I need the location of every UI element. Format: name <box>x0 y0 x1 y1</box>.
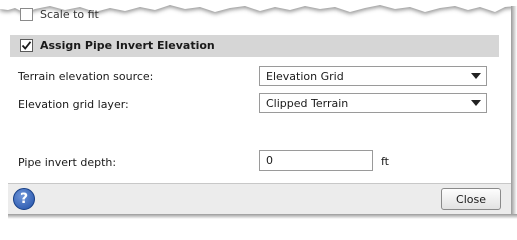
dialog-footer: ? Close <box>8 183 511 214</box>
assign-invert-checkbox[interactable] <box>20 39 33 52</box>
section-title: Assign Pipe Invert Elevation <box>40 39 215 52</box>
invert-depth-label: Pipe invert depth: <box>18 156 117 169</box>
terrain-source-dropdown[interactable]: Elevation Grid <box>259 66 487 86</box>
window-shadow-bottom <box>8 214 517 219</box>
invert-depth-unit: ft <box>381 155 389 168</box>
checkmark-icon <box>21 41 32 50</box>
section-header: Assign Pipe Invert Elevation <box>10 35 499 57</box>
chevron-down-icon <box>471 100 481 106</box>
window-shadow-right <box>511 6 517 219</box>
terrain-source-label: Terrain elevation source: <box>18 70 154 83</box>
chevron-down-icon <box>471 73 481 79</box>
dialog-window: Scale to fit Assign Pipe Invert Elevatio… <box>8 0 511 214</box>
scale-to-fit-label: Scale to fit <box>40 8 99 21</box>
close-button[interactable]: Close <box>441 188 501 210</box>
scale-to-fit-checkbox[interactable] <box>20 8 33 21</box>
grid-layer-dropdown[interactable]: Clipped Terrain <box>259 93 487 113</box>
invert-depth-input[interactable] <box>259 150 373 171</box>
terrain-source-value: Elevation Grid <box>266 70 344 83</box>
grid-layer-value: Clipped Terrain <box>266 97 349 110</box>
help-icon[interactable]: ? <box>13 188 35 210</box>
grid-layer-label: Elevation grid layer: <box>18 98 129 111</box>
